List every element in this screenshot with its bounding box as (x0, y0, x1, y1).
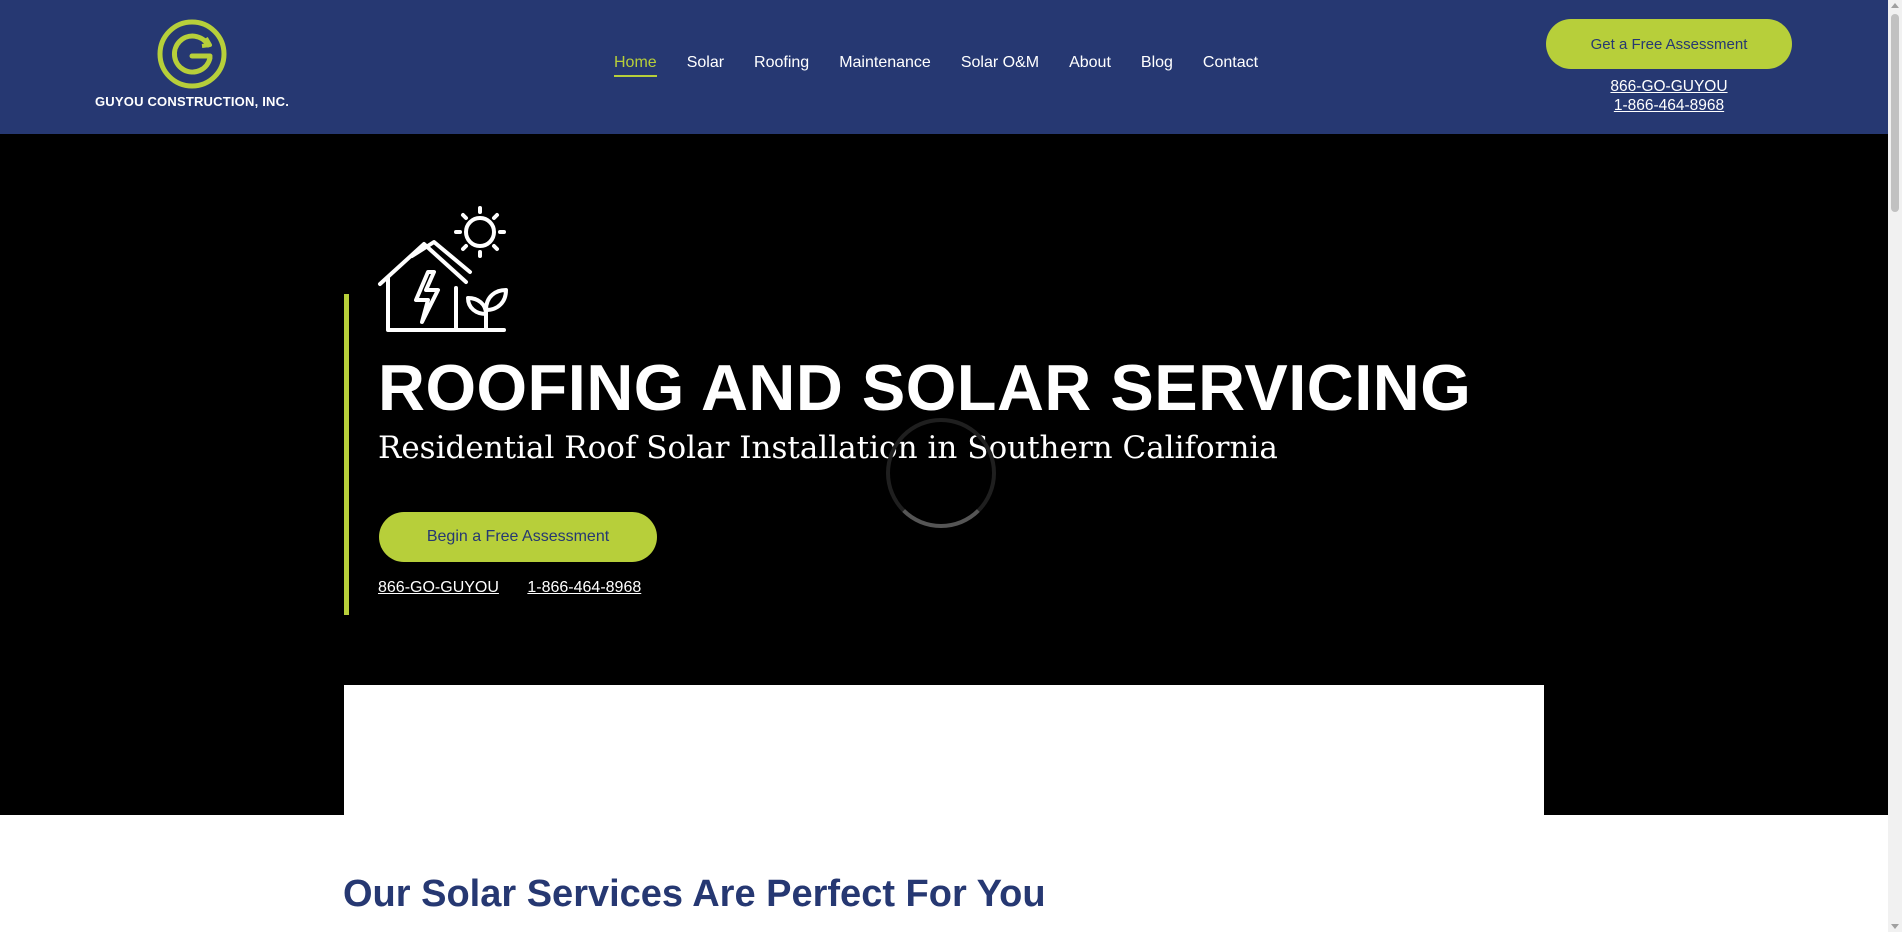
scroll-up-arrow-icon[interactable] (1891, 3, 1899, 8)
scrollbar[interactable] (1888, 0, 1902, 932)
nav-contact[interactable]: Contact (1203, 54, 1258, 77)
header-assessment-button[interactable]: Get a Free Assessment (1546, 19, 1792, 69)
main-nav: Home Solar Roofing Maintenance Solar O&M… (614, 54, 1288, 77)
site-header: GUYOU CONSTRUCTION, INC. Home Solar Roof… (0, 0, 1888, 134)
nav-roofing[interactable]: Roofing (754, 54, 809, 77)
nav-solar[interactable]: Solar (687, 54, 724, 77)
nav-solar-om[interactable]: Solar O&M (961, 54, 1039, 77)
hero-title: ROOFING AND SOLAR SERVICING (378, 351, 1472, 424)
logo[interactable]: GUYOU CONSTRUCTION, INC. (94, 18, 290, 109)
loading-spinner-icon (886, 418, 996, 528)
house-solar-icon (378, 206, 508, 332)
logo-icon (157, 19, 227, 89)
logo-text: GUYOU CONSTRUCTION, INC. (94, 94, 290, 109)
hero-subtitle: Residential Roof Solar Installation in S… (378, 430, 1278, 466)
header-phones: 866-GO-GUYOU 1-866-464-8968 (1546, 77, 1792, 115)
hero-phone-vanity-link[interactable]: 866-GO-GUYOU (378, 579, 499, 596)
hero-phones: 866-GO-GUYOU 1-866-464-8968 (378, 579, 665, 597)
scrollbar-thumb[interactable] (1891, 14, 1899, 212)
hero-phone-number-link[interactable]: 1-866-464-8968 (527, 579, 641, 596)
hero-assessment-button[interactable]: Begin a Free Assessment (379, 512, 657, 562)
scroll-down-arrow-icon[interactable] (1891, 924, 1899, 929)
nav-about[interactable]: About (1069, 54, 1111, 77)
nav-blog[interactable]: Blog (1141, 54, 1173, 77)
header-phone-vanity-link[interactable]: 866-GO-GUYOU (1546, 77, 1792, 96)
hero-overlap-card (344, 685, 1544, 815)
section-title: Our Solar Services Are Perfect For You (343, 873, 1046, 915)
nav-home[interactable]: Home (614, 54, 657, 77)
header-phone-number-link[interactable]: 1-866-464-8968 (1546, 96, 1792, 115)
nav-maintenance[interactable]: Maintenance (839, 54, 931, 77)
hero-accent-bar (344, 294, 349, 615)
